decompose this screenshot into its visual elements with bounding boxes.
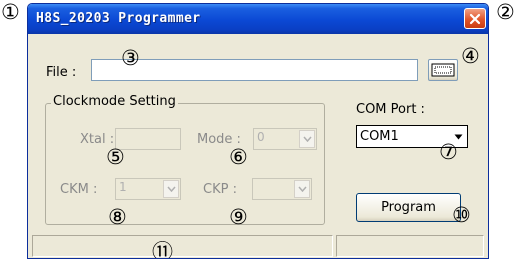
marker-4: ④ (461, 44, 480, 68)
file-label: File : (46, 65, 77, 80)
window-title: H8S_20203 Programmer (36, 11, 201, 26)
chevron-down-icon (454, 134, 462, 139)
marker-10: ⑩ (452, 203, 471, 227)
file-path-input[interactable] (91, 59, 418, 81)
com-port-value: COM1 (360, 129, 399, 144)
programmer-window: H8S_20203 Programmer File : ③ ④ Clockmod… (27, 3, 489, 259)
status-bar-secondary (336, 235, 484, 257)
ckp-dropdown-button[interactable] (294, 180, 310, 198)
status-bar-main (32, 235, 333, 257)
chevron-down-icon (302, 136, 312, 142)
marker-9: ⑨ (229, 205, 248, 229)
marker-5: ⑤ (106, 145, 125, 169)
chevron-down-icon (166, 186, 176, 192)
ckm-select[interactable]: 1 (115, 178, 181, 200)
clockmode-legend: Clockmode Setting (51, 94, 178, 109)
ckm-value: 1 (119, 180, 127, 194)
title-bar[interactable]: H8S_20203 Programmer (28, 4, 488, 34)
marker-3: ③ (121, 46, 140, 70)
chevron-down-icon (297, 186, 307, 192)
marker-6: ⑥ (229, 145, 248, 169)
browse-button[interactable] (428, 59, 458, 81)
xtal-input[interactable] (115, 128, 181, 150)
ckm-label: CKM : (60, 182, 98, 197)
marker-7: ⑦ (439, 140, 458, 164)
marker-8: ⑧ (108, 205, 127, 229)
browse-icon (431, 63, 455, 77)
ckp-select[interactable] (252, 178, 312, 200)
mode-value: 0 (257, 130, 265, 144)
mode-dropdown-button[interactable] (299, 130, 315, 148)
close-icon (469, 13, 481, 24)
marker-2: ② (496, 0, 515, 24)
mode-select[interactable]: 0 (253, 128, 317, 150)
ckp-label: CKP : (203, 182, 237, 197)
clockmode-group (45, 103, 325, 225)
com-port-label: COM Port : (356, 102, 425, 117)
marker-1: ① (1, 0, 20, 24)
program-button[interactable]: Program (356, 193, 461, 222)
close-button[interactable] (464, 8, 486, 29)
ckm-dropdown-button[interactable] (163, 180, 179, 198)
marker-11: ⑪ (152, 240, 173, 259)
